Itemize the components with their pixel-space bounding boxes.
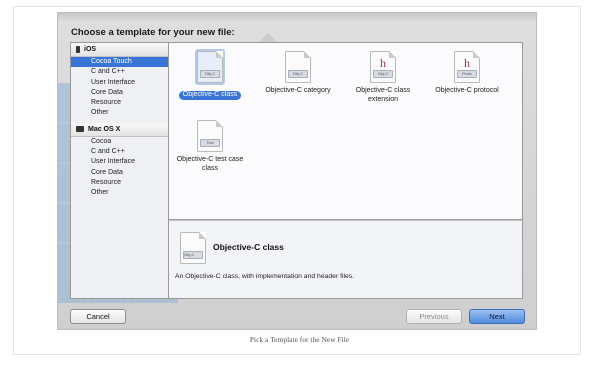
template-label: Objective-C category <box>265 87 331 94</box>
sidebar-item-other[interactable]: Other <box>71 108 168 118</box>
sidebar-item-cocoa[interactable]: Cocoa <box>71 137 168 147</box>
sidebar-item-resource[interactable]: Resource <box>71 178 168 188</box>
sidebar-group-label: Mac OS X <box>88 125 121 133</box>
template-objective-c-test-case-class[interactable]: Test Objective-C test case class <box>172 120 248 173</box>
sidebar-item-core-data[interactable]: Core Data <box>71 88 168 98</box>
template-objective-c-protocol[interactable]: h Proto Objective-C protocol <box>429 51 505 96</box>
sidebar-item-core-data[interactable]: Core Data <box>71 168 168 178</box>
detail-description: An Objective-C class, with implementatio… <box>175 273 355 280</box>
test-file-icon: Test <box>197 120 223 152</box>
cancel-button[interactable]: Cancel <box>70 309 126 324</box>
template-grid: Obj-C Objective-C class Obj-C Objective-… <box>169 42 523 220</box>
template-objective-c-class-extension[interactable]: h Obj-C Objective-C class extension <box>345 51 421 104</box>
header-file-icon: h Proto <box>454 51 480 83</box>
objc-file-icon: Obj-C <box>180 232 206 264</box>
header-file-icon: h Obj-C <box>370 51 396 83</box>
sidebar-group-ios[interactable]: iOS <box>71 43 168 57</box>
template-objective-c-category[interactable]: Obj-C Objective-C category <box>260 51 336 96</box>
template-label: Objective-C test case class <box>176 156 244 172</box>
sidebar-item-c-and-cpp[interactable]: C and C++ <box>71 147 168 157</box>
template-label: Objective-C protocol <box>435 87 499 94</box>
mac-icon <box>76 126 84 133</box>
figure-caption: Pick a Template for the New File <box>249 335 350 344</box>
sidebar-item-user-interface[interactable]: User Interface <box>71 78 168 88</box>
sidebar-group-mac-os-x[interactable]: Mac OS X <box>71 122 168 137</box>
new-file-sheet: Choose a template for your new file: iOS… <box>57 12 537 330</box>
iphone-icon <box>76 46 80 53</box>
previous-button[interactable]: Previous <box>406 309 462 324</box>
sidebar-item-user-interface[interactable]: User Interface <box>71 157 168 167</box>
objc-file-icon: Obj-C <box>195 49 225 85</box>
sidebar-item-c-and-cpp[interactable]: C and C++ <box>71 67 168 77</box>
detail-title: Objective-C class <box>213 242 284 252</box>
next-button[interactable]: Next <box>469 309 525 324</box>
sheet-top-band <box>58 13 536 21</box>
sidebar-group-label: iOS <box>84 46 97 53</box>
template-label: Objective-C class <box>178 91 242 100</box>
template-category-list[interactable]: iOS Cocoa Touch C and C++ User Interface… <box>70 42 169 299</box>
template-label: Objective-C class extension <box>355 87 411 103</box>
sidebar-item-cocoa-touch[interactable]: Cocoa Touch <box>71 57 168 68</box>
template-objective-c-class[interactable]: Obj-C Objective-C class <box>172 49 248 101</box>
template-detail-pane: Obj-C Objective-C class An Objective-C c… <box>169 220 523 299</box>
objc-file-icon: Obj-C <box>285 51 311 83</box>
sidebar-item-resource[interactable]: Resource <box>71 98 168 108</box>
dialog-title: Choose a template for your new file: <box>71 27 235 38</box>
sidebar-item-other[interactable]: Other <box>71 188 168 198</box>
